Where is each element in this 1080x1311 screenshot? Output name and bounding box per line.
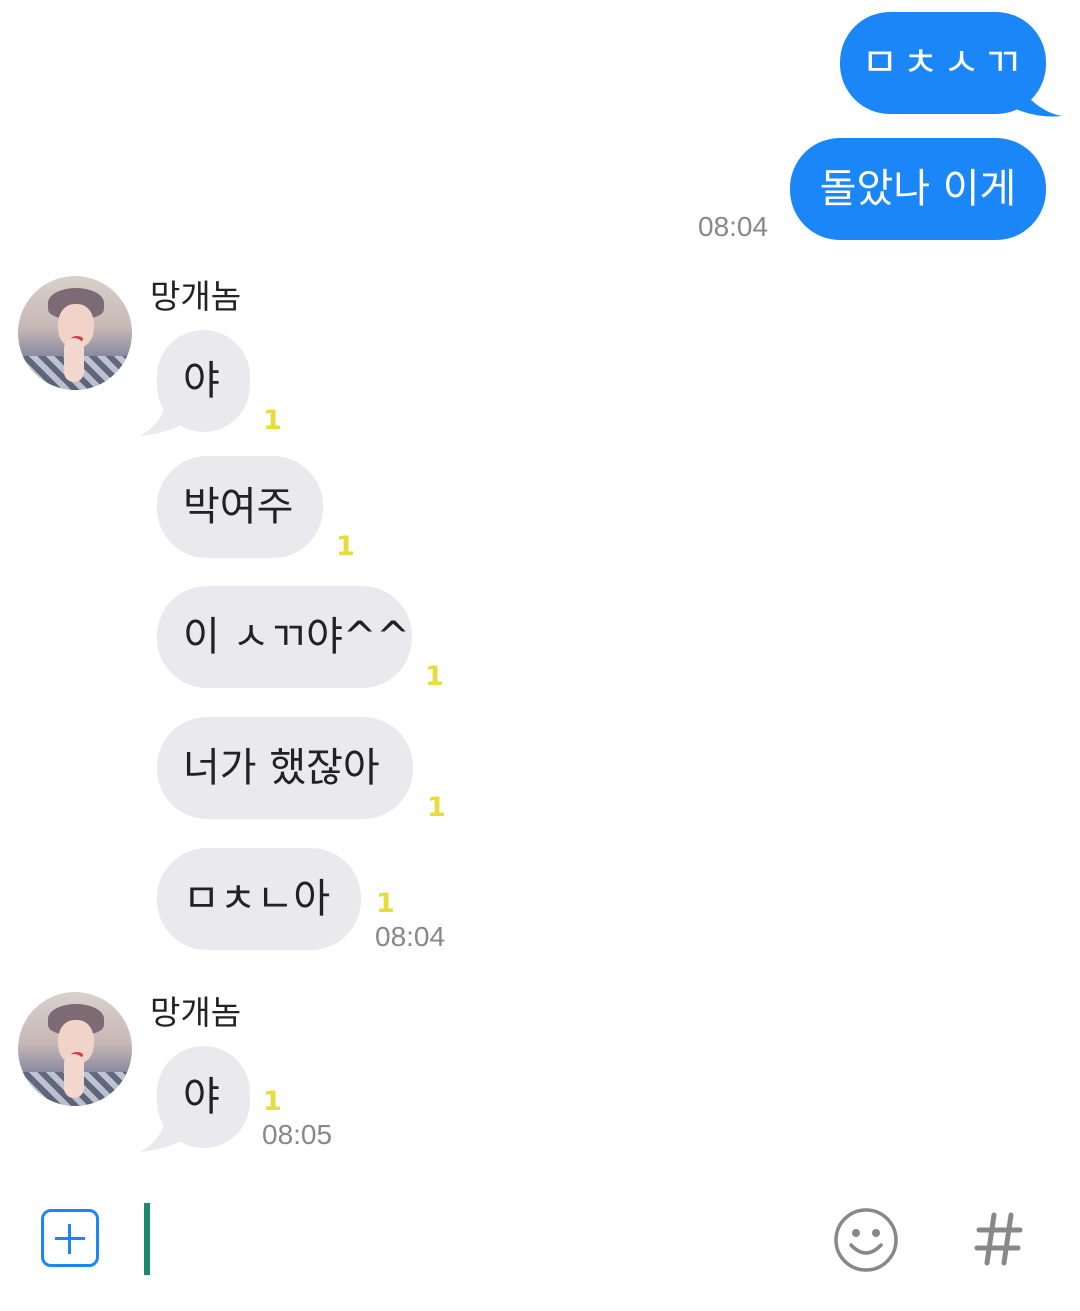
incoming-message-bubble[interactable]: 박여주: [157, 456, 323, 558]
hash-icon[interactable]: [974, 1211, 1024, 1267]
sender-name: 망개놈: [150, 993, 242, 1032]
bubble-tail: [1010, 72, 1062, 117]
avatar[interactable]: [18, 992, 132, 1106]
avatar[interactable]: [18, 276, 132, 390]
plus-icon[interactable]: [41, 1209, 99, 1267]
unread-count: 1: [263, 1086, 282, 1117]
incoming-message-bubble[interactable]: 너가 했잖아: [157, 717, 413, 819]
incoming-message-bubble[interactable]: ㅁㅊㄴ아: [157, 848, 361, 950]
unread-count: 1: [263, 405, 282, 436]
outgoing-message-bubble[interactable]: 돌았나 이게: [790, 138, 1046, 240]
unread-count: 1: [425, 661, 444, 692]
message-input[interactable]: [152, 1203, 806, 1277]
message-time: 08:04: [698, 211, 769, 242]
smiley-icon[interactable]: [833, 1207, 899, 1273]
unread-count: 1: [427, 792, 446, 823]
unread-count: 1: [336, 531, 355, 562]
sender-name: 망개놈: [150, 277, 242, 316]
message-time: 08:04: [375, 921, 446, 952]
incoming-message-bubble[interactable]: 야: [157, 330, 250, 432]
incoming-message-bubble[interactable]: 이 ㅅㄲ야^^: [157, 586, 412, 688]
unread-count: 1: [376, 888, 395, 919]
text-cursor: [144, 1203, 150, 1275]
incoming-message-bubble[interactable]: 야: [157, 1046, 250, 1148]
message-time: 08:05: [262, 1119, 333, 1150]
